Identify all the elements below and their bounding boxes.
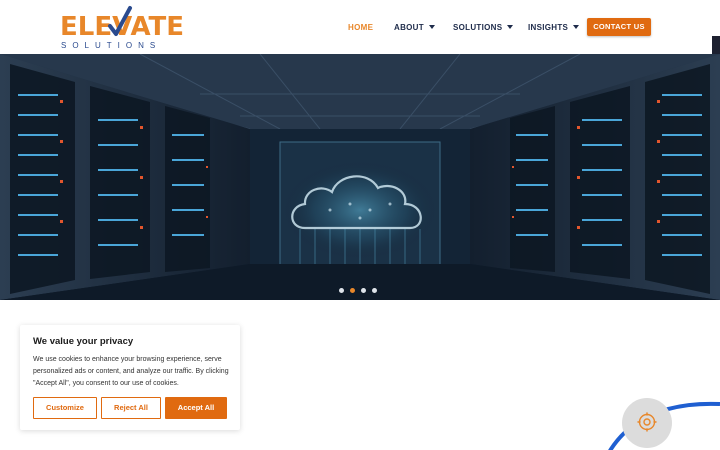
logo-subtitle: SOLUTIONS — [61, 41, 162, 50]
chevron-down-icon — [428, 24, 435, 29]
nav-item-home[interactable]: HOME — [348, 19, 373, 37]
hero-data-center-image — [0, 54, 720, 300]
cookie-title: We value your privacy — [33, 336, 134, 347]
nav-item-about[interactable]: ABOUT — [394, 19, 435, 37]
cookie-consent-banner: We value your privacy We use cookies to … — [20, 325, 240, 430]
site-header: ELEVATE SOLUTIONS HOME ABOUT SOLUTIONS I… — [0, 0, 720, 56]
reject-all-button[interactable]: Reject All — [101, 397, 161, 419]
chevron-down-icon — [573, 24, 580, 29]
customize-button[interactable]: Customize — [33, 397, 97, 419]
chevron-down-icon — [507, 24, 514, 29]
hero-slider[interactable] — [0, 54, 720, 300]
nav-item-label: SOLUTIONS — [453, 23, 503, 32]
accept-all-button[interactable]: Accept All — [165, 397, 227, 419]
logo[interactable]: ELEVATE SOLUTIONS — [60, 6, 184, 52]
slider-dot[interactable] — [339, 288, 344, 293]
slider-dot[interactable] — [361, 288, 366, 293]
slider-dot-active[interactable] — [350, 288, 355, 293]
nav-item-solutions[interactable]: SOLUTIONS — [453, 19, 514, 37]
side-tab[interactable] — [712, 36, 720, 56]
nav-item-label: ABOUT — [394, 23, 424, 32]
logo-check-icon — [108, 6, 132, 36]
contact-us-button[interactable]: CONTACT US — [587, 18, 651, 36]
nav-item-insights[interactable]: INSIGHTS — [528, 19, 580, 37]
nav-item-label: HOME — [348, 23, 374, 32]
slider-dot[interactable] — [372, 288, 377, 293]
nav-item-label: INSIGHTS — [528, 23, 569, 32]
cookie-settings-button[interactable] — [622, 398, 672, 448]
cookie-description: We use cookies to enhance your browsing … — [33, 356, 229, 387]
cookie-settings-icon — [637, 412, 657, 432]
